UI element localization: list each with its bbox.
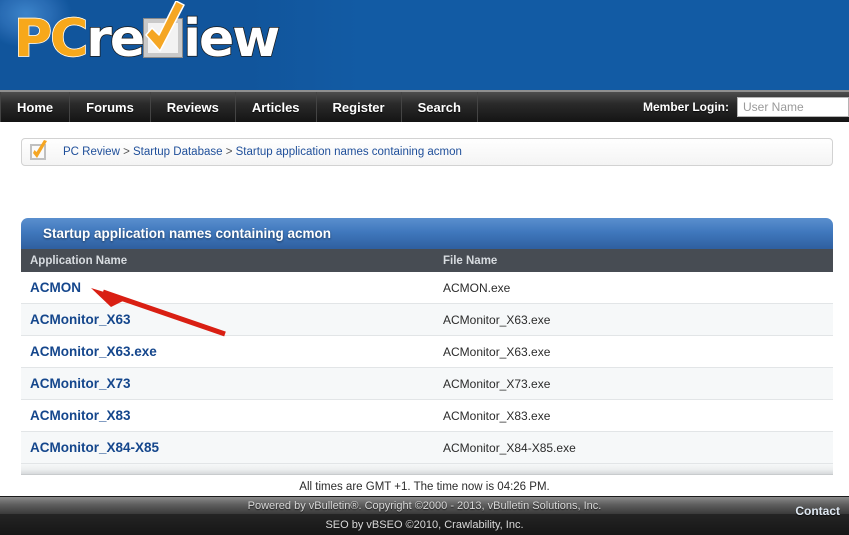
nav-item-articles[interactable]: Articles xyxy=(236,92,317,122)
application-name-link[interactable]: ACMonitor_X63 xyxy=(21,312,435,327)
logo-text-re: re xyxy=(86,9,146,69)
nav-item-reviews[interactable]: Reviews xyxy=(151,92,236,122)
footer-powered-by-bar: Powered by vBulletin®. Copyright ©2000 -… xyxy=(0,496,849,514)
logo-text-iew: iew xyxy=(182,9,281,69)
breadcrumb-current-page: Startup application names containing acm… xyxy=(235,146,462,158)
footer-seo-bar: SEO by vBSEO ©2010, Crawlability, Inc. xyxy=(0,514,849,535)
site-logo[interactable]: PC re iew xyxy=(13,1,281,70)
file-name-value: ACMonitor_X73.exe xyxy=(443,376,551,391)
nav-item-search[interactable]: Search xyxy=(402,92,478,122)
page-root: PC re iew Home Forums Reviews Articles Re… xyxy=(0,0,849,535)
column-header-file-name: File Name xyxy=(443,254,498,267)
member-login-area: Member Login: xyxy=(643,92,849,122)
logo-checkbox-check-icon xyxy=(140,1,186,65)
application-name-link[interactable]: ACMonitor_X84-X85 xyxy=(21,440,435,455)
table-row[interactable]: ACMON ACMON.exe xyxy=(21,272,833,304)
contact-link[interactable]: Contact xyxy=(795,504,840,518)
powered-by-text: Powered by vBulletin®. Copyright ©2000 -… xyxy=(247,499,602,512)
file-name-value: ACMonitor_X83.exe xyxy=(443,408,551,423)
breadcrumb-separator-1: > xyxy=(119,146,133,158)
member-login-label: Member Login: xyxy=(643,100,729,114)
file-name-value: ACMonitor_X84-X85.exe xyxy=(443,440,576,455)
breadcrumb-separator-2: > xyxy=(222,146,236,158)
breadcrumb-link-startup-database[interactable]: Startup Database xyxy=(133,146,223,158)
table-row[interactable]: ACMonitor_X73 ACMonitor_X73.exe xyxy=(21,368,833,400)
breadcrumb: PC Review > Startup Database > Startup a… xyxy=(21,138,833,166)
server-time-text: All times are GMT +1. The time now is 04… xyxy=(299,481,550,493)
file-name-value: ACMON.exe xyxy=(443,280,511,295)
nav-item-home[interactable]: Home xyxy=(0,92,71,122)
seo-text: SEO by vBSEO ©2010, Crawlability, Inc. xyxy=(325,518,524,531)
breadcrumb-link-pc-review[interactable]: PC Review xyxy=(63,146,120,158)
site-header: PC re iew xyxy=(0,0,849,90)
table-header-row: Application Name File Name xyxy=(21,249,833,272)
application-name-link[interactable]: ACMonitor_X63.exe xyxy=(21,344,435,359)
column-header-application-name: Application Name xyxy=(30,254,128,267)
checkmark-icon xyxy=(33,140,47,158)
breadcrumb-checkbox-check-icon xyxy=(27,140,53,164)
logo-text-pc: PC xyxy=(13,9,89,69)
main-navigation-bar: Home Forums Reviews Articles Register Se… xyxy=(0,90,849,122)
table-row[interactable]: ACMonitor_X84-X85 ACMonitor_X84-X85.exe xyxy=(21,432,833,464)
file-name-value: ACMonitor_X63.exe xyxy=(443,344,551,359)
panel-footer-strip xyxy=(21,464,833,475)
checkmark-icon xyxy=(145,1,185,52)
username-input[interactable] xyxy=(737,97,849,117)
application-name-link[interactable]: ACMonitor_X73 xyxy=(21,376,435,391)
table-row[interactable]: ACMonitor_X63 ACMonitor_X63.exe xyxy=(21,304,833,336)
breadcrumb-trail: PC Review > Startup Database > Startup a… xyxy=(63,146,462,158)
application-name-link[interactable]: ACMonitor_X83 xyxy=(21,408,435,423)
results-panel: Startup application names containing acm… xyxy=(21,218,833,475)
table-row[interactable]: ACMonitor_X63.exe ACMonitor_X63.exe xyxy=(21,336,833,368)
application-name-link[interactable]: ACMON xyxy=(21,280,435,295)
table-row[interactable]: ACMonitor_X83 ACMonitor_X83.exe xyxy=(21,400,833,432)
nav-item-forums[interactable]: Forums xyxy=(70,92,151,122)
nav-item-register[interactable]: Register xyxy=(317,92,402,122)
file-name-value: ACMonitor_X63.exe xyxy=(443,312,551,327)
panel-title: Startup application names containing acm… xyxy=(21,218,833,249)
